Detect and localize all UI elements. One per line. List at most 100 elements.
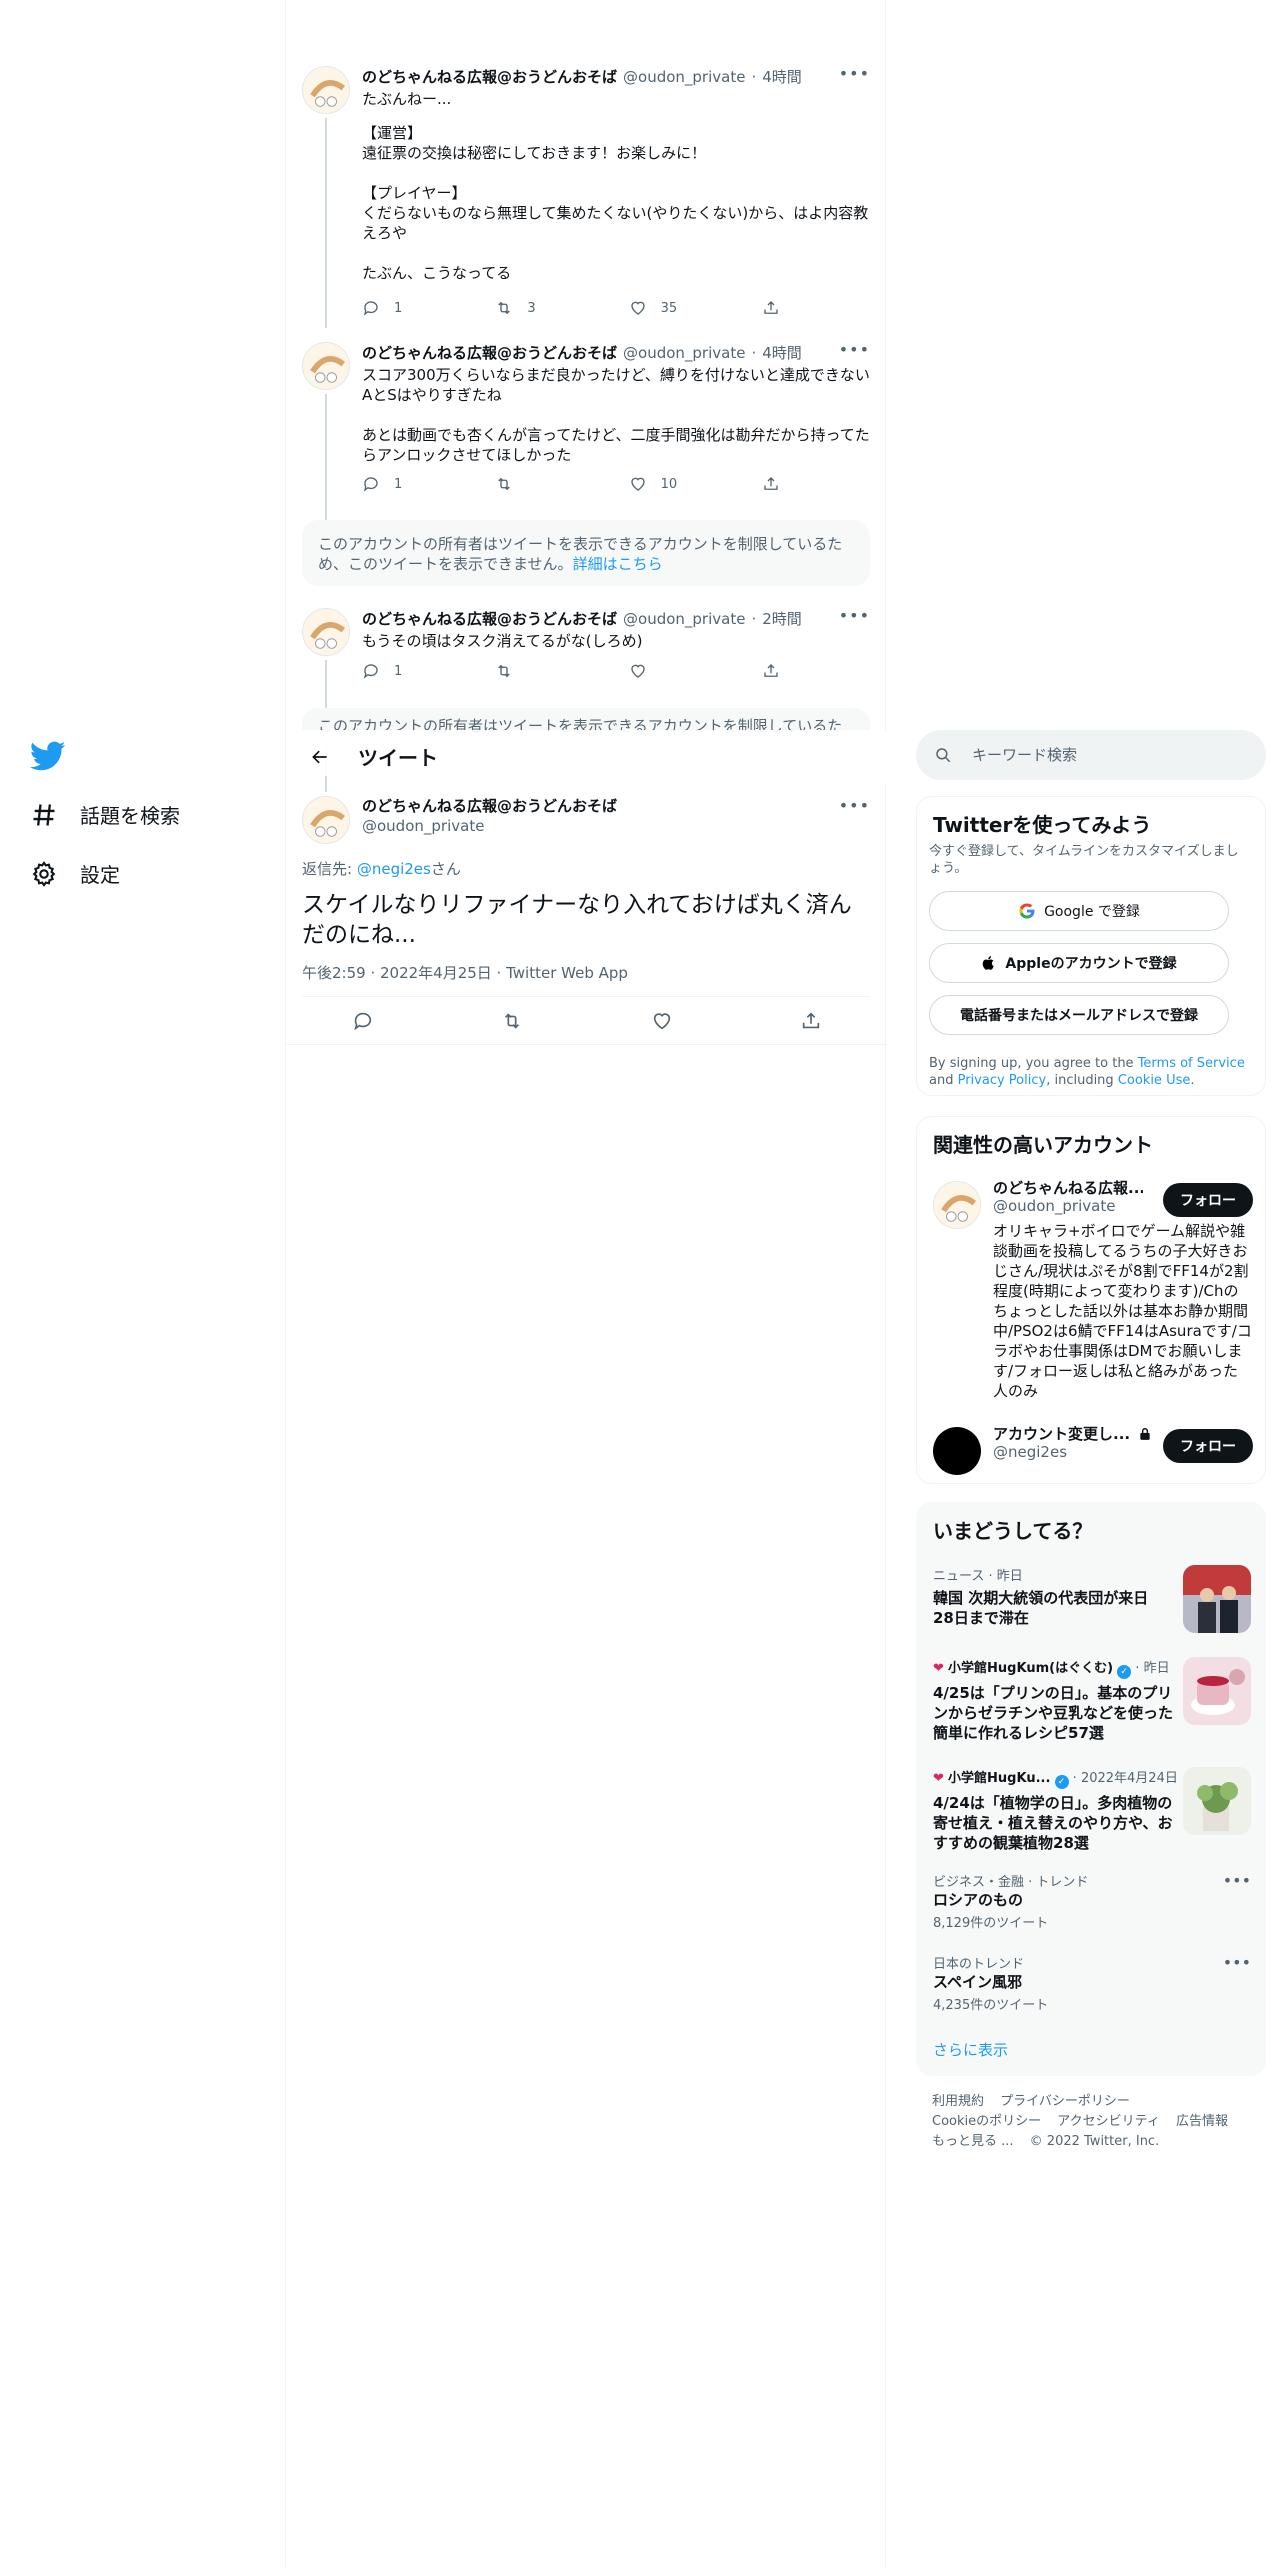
- reply-button[interactable]: 1: [362, 299, 452, 317]
- author-name[interactable]: のどちゃんねる広報@おうどんおそば: [362, 796, 617, 816]
- copyright: © 2022 Twitter, Inc.: [1029, 2134, 1160, 2149]
- author-handle[interactable]: @oudon_private: [623, 68, 745, 86]
- trend-item[interactable]: ビジネス・金融 · トレンド ロシアのもの 8,129件のツイート •••: [933, 1871, 1251, 1931]
- learn-more-link[interactable]: 詳細はこちら: [573, 555, 663, 573]
- avatar[interactable]: [933, 1427, 981, 1475]
- heart-icon[interactable]: [651, 1010, 673, 1032]
- nav-settings[interactable]: 設定: [30, 859, 120, 888]
- avatar[interactable]: [933, 1181, 981, 1229]
- share-icon: [764, 477, 778, 490]
- reply-button[interactable]: 1: [362, 475, 452, 493]
- reply-icon: [363, 664, 378, 679]
- retweet-button[interactable]: 3: [495, 299, 585, 317]
- trend-item[interactable]: ニュース · 昨日 韓国 次期大統領の代表団が来日 28日まで滞在: [933, 1565, 1251, 1637]
- thread-tweet-1[interactable]: のどちゃんねる広報@おうどんおそば @oudon_private · 4時間 •…: [302, 64, 870, 328]
- avatar[interactable]: [302, 796, 350, 844]
- retweet-icon[interactable]: [501, 1010, 523, 1032]
- share-button[interactable]: [762, 662, 782, 680]
- reply-icon[interactable]: [352, 1010, 374, 1032]
- more-icon[interactable]: •••: [839, 340, 870, 359]
- google-signup-button[interactable]: Google で登録: [929, 891, 1229, 931]
- trend-title: 韓国 次期大統領の代表団が来日 28日まで滞在: [933, 1589, 1149, 1627]
- twitter-logo-icon[interactable]: [30, 738, 66, 774]
- retweet-icon: [498, 664, 511, 678]
- signup-title: Twitterを使ってみよう: [933, 813, 1152, 837]
- footer-link[interactable]: もっと見る ...: [932, 2134, 1014, 2149]
- avatar-illustration: [303, 343, 349, 389]
- more-icon[interactable]: •••: [839, 796, 870, 815]
- more-icon[interactable]: •••: [1223, 1953, 1251, 1972]
- retweet-button[interactable]: [495, 475, 585, 493]
- share-icon[interactable]: [800, 1010, 822, 1032]
- author-handle[interactable]: @oudon_private: [362, 816, 617, 836]
- related-account-1[interactable]: のどちゃんねる広報... @oudon_private フォロー オリキャラ+ボ…: [933, 1177, 1253, 1407]
- signup-legal: By signing up, you agree to the Terms of…: [929, 1055, 1249, 1089]
- avatar[interactable]: [302, 608, 350, 656]
- tweet-meta[interactable]: 午後2:59 · 2022年4月25日 · Twitter Web App: [302, 962, 628, 983]
- privacy-link[interactable]: Privacy Policy: [958, 1073, 1047, 1088]
- nav-settings-label: 設定: [80, 863, 120, 887]
- tweet-quote-text: 【運営】 遠征票の交換は秘密にしておきます！お楽しみに！ 【プレイヤー】 くだら…: [362, 124, 869, 282]
- nav-explore[interactable]: 話題を検索: [30, 800, 180, 829]
- like-button[interactable]: [629, 662, 719, 680]
- phone-email-signup-button[interactable]: 電話番号またはメールアドレスで登録: [929, 995, 1229, 1035]
- author-name[interactable]: のどちゃんねる広報@おうどんおそば: [362, 608, 617, 629]
- share-button[interactable]: [762, 475, 782, 493]
- back-button[interactable]: [302, 739, 338, 775]
- author-handle[interactable]: @oudon_private: [623, 610, 745, 628]
- tweet-text: たぶんねー...: [362, 90, 452, 108]
- trend-item[interactable]: ❤ 小学館HugKu... ✓ · 2022年4月24日 4/24は「植物学の日…: [933, 1767, 1251, 1859]
- show-more-link[interactable]: さらに表示: [933, 2039, 1008, 2060]
- terms-link[interactable]: Terms of Service: [1138, 1056, 1245, 1071]
- tweet-actions: 1: [362, 662, 782, 680]
- verified-icon: ✓: [1117, 1665, 1132, 1679]
- author-name[interactable]: のどちゃんねる広報@おうどんおそば: [362, 66, 617, 87]
- like-button[interactable]: 35: [629, 299, 719, 317]
- cookie-link[interactable]: Cookie Use: [1118, 1073, 1191, 1088]
- retweet-icon: [498, 477, 511, 491]
- tweet-page-header: ツイート: [286, 730, 886, 783]
- retweet-count: 3: [527, 300, 536, 316]
- trend-time: · 2022年4月24日: [1068, 1771, 1178, 1786]
- tweet-time[interactable]: 4時間: [762, 66, 802, 87]
- avatar[interactable]: [302, 66, 350, 114]
- footer-link[interactable]: アクセシビリティ: [1057, 2114, 1160, 2129]
- heart-icon: [630, 301, 645, 315]
- search-bar[interactable]: [916, 730, 1266, 780]
- more-icon[interactable]: •••: [1223, 1871, 1251, 1890]
- more-icon[interactable]: •••: [839, 64, 870, 83]
- footer-link[interactable]: 広告情報: [1176, 2114, 1228, 2129]
- footer-link[interactable]: Cookieのポリシー: [932, 2114, 1041, 2129]
- footer-link[interactable]: プライバシーポリシー: [1000, 2094, 1130, 2109]
- thread-tweet-3[interactable]: のどちゃんねる広報@おうどんおそば @oudon_private · 2時間 •…: [302, 606, 870, 780]
- nav-explore-label: 話題を検索: [80, 804, 180, 828]
- related-account-2[interactable]: アカウント変更し... @negi2es フォロー: [933, 1423, 1253, 1475]
- search-input[interactable]: [972, 746, 1232, 764]
- apple-signup-button[interactable]: Appleのアカウントで登録: [929, 943, 1229, 983]
- trend-item[interactable]: 日本のトレンド スペイン風邪 4,235件のツイート •••: [933, 1953, 1251, 2013]
- follow-button[interactable]: フォロー: [1163, 1429, 1253, 1463]
- reply-to-handle[interactable]: @negi2es: [357, 860, 431, 878]
- tweet-time[interactable]: 4時間: [762, 342, 802, 363]
- account-handle: @negi2es: [993, 1443, 1068, 1461]
- footer-link[interactable]: 利用規約: [932, 2094, 984, 2109]
- author-handle[interactable]: @oudon_private: [623, 344, 745, 362]
- more-icon[interactable]: •••: [839, 606, 870, 625]
- legal-text: , including: [1046, 1073, 1118, 1088]
- follow-button[interactable]: フォロー: [1163, 1183, 1253, 1217]
- reply-prefix: 返信先:: [302, 860, 357, 878]
- retweet-button[interactable]: [495, 662, 585, 680]
- avatar-illustration: [303, 67, 349, 113]
- trend-item[interactable]: ❤ 小学館HugKum(はぐくむ) ✓ · 昨日 4/25は「プリンの日」。基本…: [933, 1657, 1251, 1749]
- author-name[interactable]: のどちゃんねる広報@おうどんおそば: [362, 342, 617, 363]
- trend-meta: ビジネス・金融 · トレンド: [933, 1875, 1089, 1890]
- like-button[interactable]: 10: [629, 475, 719, 493]
- tweet-time[interactable]: 2時間: [762, 608, 802, 629]
- thread-tweet-2[interactable]: のどちゃんねる広報@おうどんおそば @oudon_private · 4時間 •…: [302, 340, 870, 560]
- google-signup-label: Google で登録: [1044, 904, 1140, 920]
- reply-button[interactable]: 1: [362, 662, 452, 680]
- trend-title: ロシアのもの: [933, 1891, 1024, 1909]
- share-button[interactable]: [762, 299, 782, 317]
- trend-title: 4/25は「プリンの日」。基本のプリンからゼラチンや豆乳などを使った簡単に作れる…: [933, 1684, 1174, 1742]
- avatar[interactable]: [302, 342, 350, 390]
